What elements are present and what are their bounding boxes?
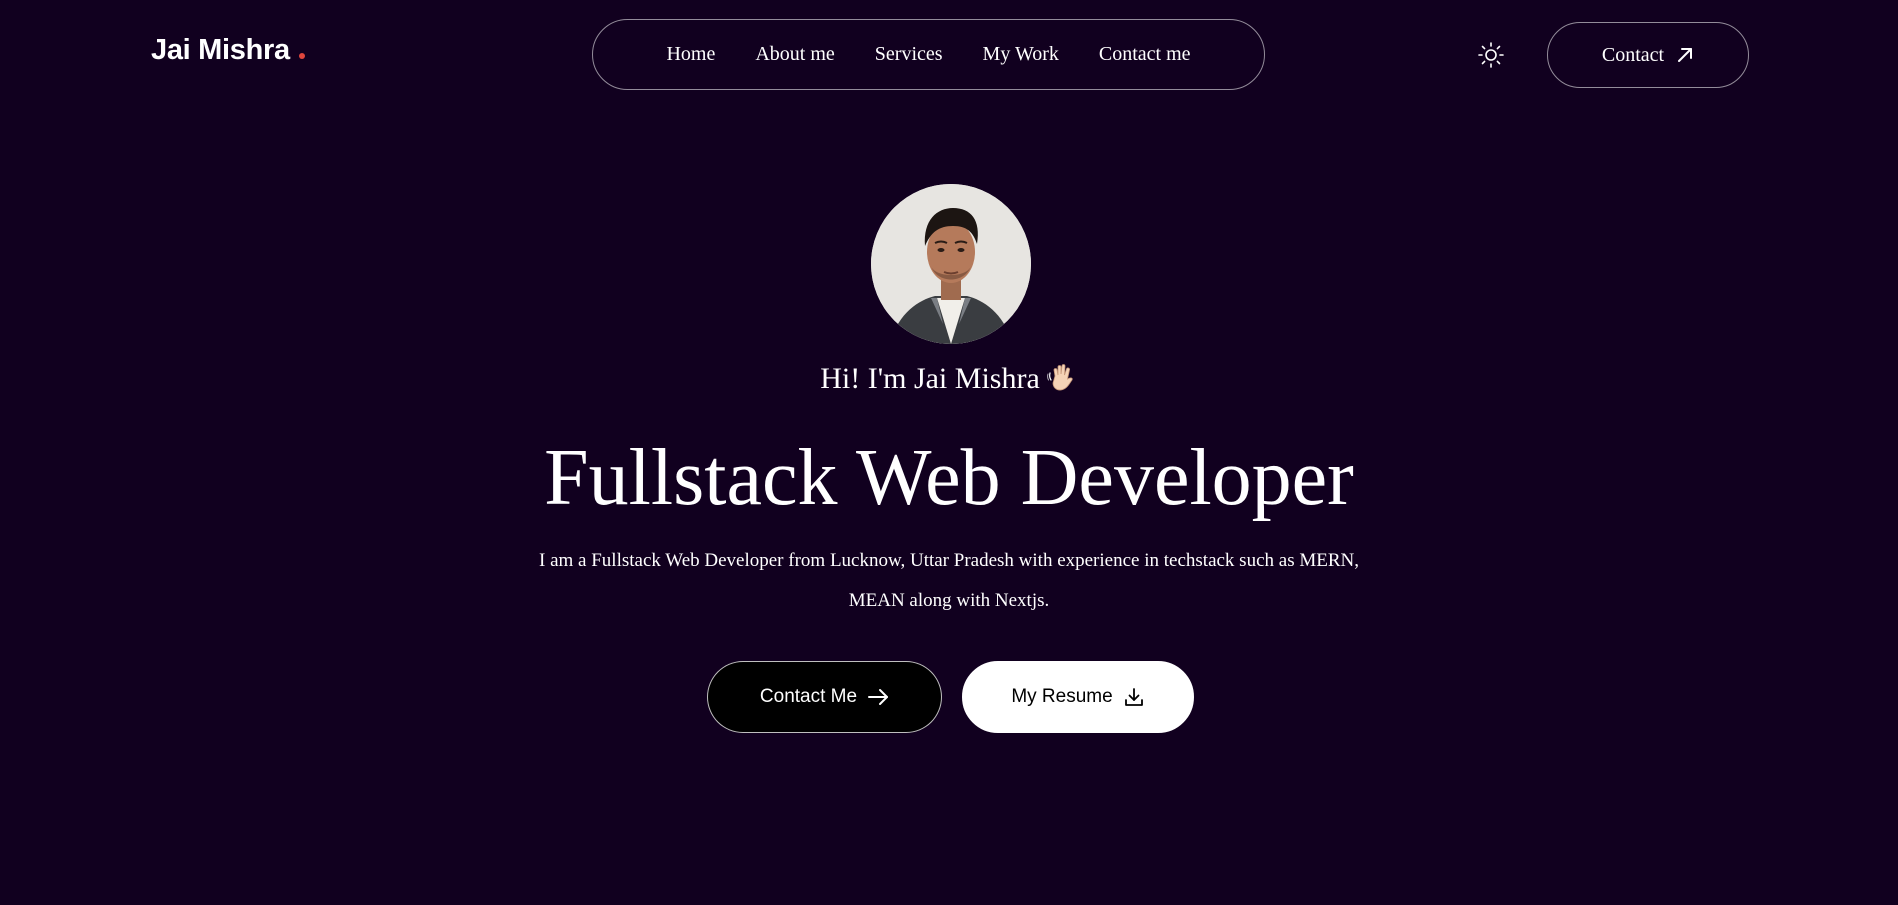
profile-photo [871,184,1031,344]
hero-description: I am a Fullstack Web Developer from Luck… [539,550,1359,611]
site-logo[interactable]: Jai Mishra [151,34,305,67]
sun-icon [1477,41,1505,69]
arrow-right-icon [867,688,889,706]
theme-toggle-button[interactable] [1476,40,1506,70]
contact-me-button[interactable]: Contact Me [707,661,942,733]
main-nav: Home About me Services My Work Contact m… [592,19,1265,90]
header-contact-label: Contact [1601,43,1665,66]
nav-services[interactable]: Services [875,43,943,66]
nav-about-me[interactable]: About me [755,43,834,66]
waving-hand-icon [1046,362,1078,394]
nav-home[interactable]: Home [666,43,715,66]
hero-greeting: Hi! I'm Jai Mishra [0,362,1898,396]
logo-dot [298,53,305,59]
nav-my-work[interactable]: My Work [983,43,1059,66]
header-contact-button[interactable]: Contact [1547,22,1749,88]
greeting-text: Hi! I'm Jai Mishra [820,362,1040,395]
contact-me-label: Contact Me [759,686,858,707]
logo-text: Jai Mishra [151,34,290,66]
nav-contact-me[interactable]: Contact me [1099,43,1191,66]
my-resume-label: My Resume [1011,686,1113,707]
arrow-up-right-icon [1676,46,1694,64]
my-resume-button[interactable]: My Resume [962,661,1194,733]
download-icon [1123,686,1145,708]
hero-headline: Fullstack Web Developer [544,434,1354,522]
